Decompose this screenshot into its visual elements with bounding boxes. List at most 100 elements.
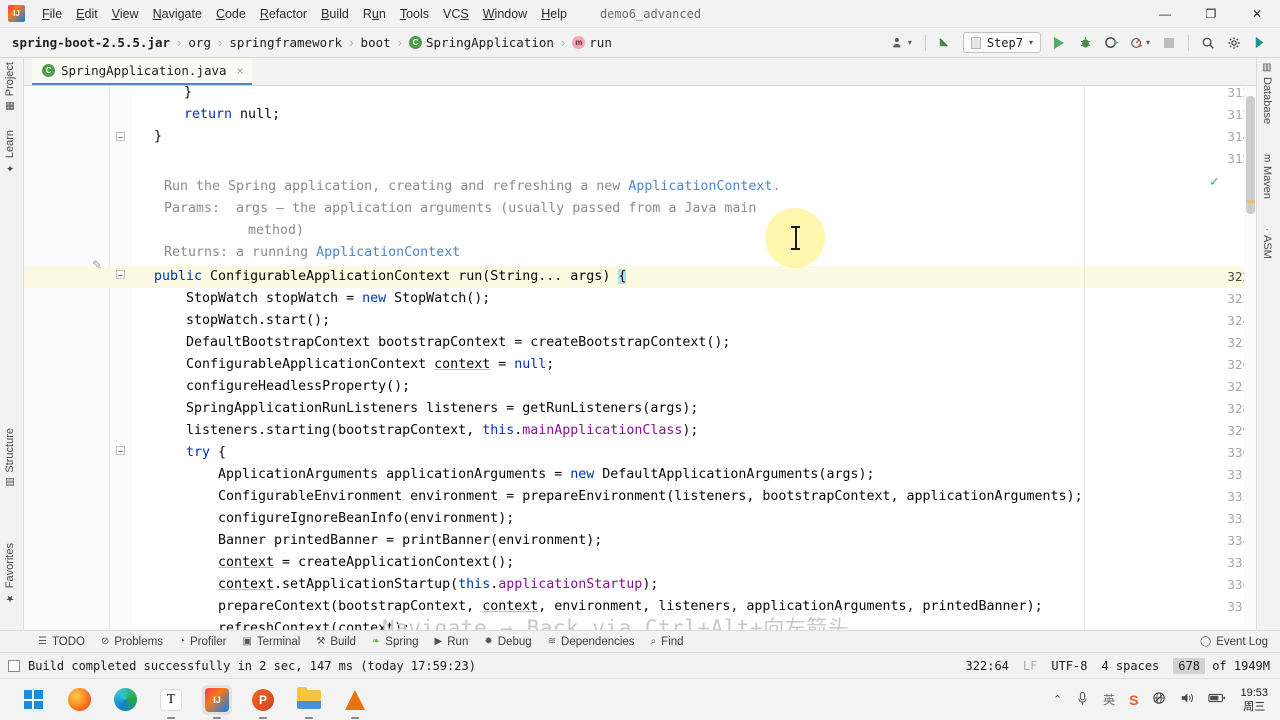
run-button[interactable] (1047, 32, 1071, 54)
class-icon: C (409, 36, 422, 49)
javadoc-link[interactable]: ApplicationContext (628, 179, 772, 194)
code-line-338: refreshContext(context); (218, 621, 411, 630)
run-with-coverage-button[interactable] (1099, 32, 1123, 54)
start-button[interactable] (18, 685, 48, 715)
code-content[interactable]: } return null; } Run the Spring applicat… (132, 86, 1256, 630)
spring-icon: ❧ (371, 636, 381, 647)
sidebar-item-project[interactable]: ▦ Project (4, 62, 16, 111)
sidebar-item-database[interactable]: ▥ Database (1261, 62, 1273, 124)
breadcrumb-item-run[interactable]: m run (572, 35, 612, 50)
javadoc-link[interactable]: ApplicationContext (316, 245, 460, 260)
menu-item-code[interactable]: Code (209, 5, 253, 23)
code-editor[interactable]: 312 313 314 315 322 323 324 325 326 327 … (24, 86, 1256, 630)
indent-indicator[interactable]: 4 spaces (1101, 659, 1159, 673)
breadcrumb-item-org[interactable]: org (188, 35, 211, 50)
firefox-button[interactable] (64, 685, 94, 715)
breadcrumb-item-boot[interactable]: boot (361, 35, 391, 50)
code-folding-column[interactable] (110, 86, 132, 630)
vlc-button[interactable] (340, 685, 370, 719)
sidebar-item-learn[interactable]: ✦ Learn (4, 130, 16, 173)
menu-item-refactor[interactable]: Refactor (253, 5, 314, 23)
intellij-button[interactable]: IJ (202, 684, 232, 719)
powerpoint-button[interactable]: P (248, 685, 278, 719)
run-configuration-selector[interactable]: Step7 ▾ (962, 32, 1041, 53)
search-everywhere-icon[interactable] (1196, 32, 1220, 54)
menu-item-navigate[interactable]: Navigate (146, 5, 209, 23)
fold-marker[interactable] (116, 270, 125, 279)
line-separator-indicator[interactable]: LF (1023, 659, 1037, 673)
code-text: StopWatch stopWatch = (186, 291, 363, 306)
menu-item-view[interactable]: View (105, 5, 146, 23)
menu-item-window[interactable]: Window (476, 5, 534, 23)
breadcrumb-item-springapplication[interactable]: C SpringApplication (409, 35, 554, 50)
update-project-icon[interactable] (933, 32, 957, 54)
inspection-status-icon[interactable]: ✓ (1209, 174, 1220, 190)
typora-button[interactable]: T (156, 685, 186, 719)
close-button[interactable]: ✕ (1234, 0, 1280, 28)
profiler-button[interactable]: ▾ (1125, 32, 1155, 54)
edge-button[interactable] (110, 685, 140, 715)
tool-tab-find[interactable]: ⌕ Find (651, 636, 684, 648)
editor-scrollbar-thumb[interactable] (1246, 96, 1255, 214)
editor-tab-bar: C SpringApplication.java × (24, 58, 1256, 86)
edit-javadoc-icon[interactable]: ✎ (92, 258, 102, 272)
tool-tab-run[interactable]: ▶ Run (435, 636, 469, 648)
debug-button[interactable] (1073, 32, 1097, 54)
tool-tab-label: Problems (114, 635, 163, 648)
menu-item-edit[interactable]: Edit (69, 5, 105, 23)
code-text: .setApplicationStartup( (274, 577, 459, 592)
volume-icon[interactable] (1180, 691, 1194, 708)
menu-item-vcs[interactable]: VCS (436, 5, 476, 23)
sidebar-item-maven[interactable]: m Maven (1261, 154, 1273, 199)
profiler-icon: ◔ (178, 636, 185, 647)
tool-tab-event-log[interactable]: ◯ Event Log (1200, 636, 1268, 648)
ime-chinese-icon[interactable]: 英 (1103, 691, 1115, 708)
fold-marker[interactable] (116, 446, 125, 455)
maximize-button[interactable]: ❐ (1188, 0, 1234, 28)
account-icon[interactable]: ▾ (886, 32, 918, 54)
memory-indicator[interactable]: 678 of 1949M (1173, 657, 1270, 674)
close-icon[interactable]: × (237, 64, 244, 78)
sidebar-item-asm[interactable]: · ASM (1261, 228, 1273, 259)
stop-button[interactable] (1157, 32, 1181, 54)
caret-position-indicator[interactable]: 322:64 (966, 659, 1009, 673)
tool-tab-terminal[interactable]: ▣ Terminal (242, 636, 300, 648)
taskbar-clock[interactable]: 19:53 周三 (1240, 686, 1268, 714)
encoding-indicator[interactable]: UTF-8 (1051, 659, 1087, 673)
microphone-icon[interactable] (1076, 691, 1089, 709)
breadcrumb-item-springframework[interactable]: springframework (229, 35, 342, 50)
toolbar-divider (924, 34, 926, 51)
sogou-input-icon[interactable]: S (1129, 692, 1138, 708)
code-text: ConfigurableApplicationContext (186, 357, 435, 372)
tool-tab-todo[interactable]: ☰ TODO (38, 636, 85, 648)
tool-tab-build[interactable]: ⚒ Build (316, 636, 356, 648)
structure-icon: ▤ (4, 476, 16, 488)
sidebar-item-favorites[interactable]: ★ Favorites (4, 543, 16, 603)
ide-assistant-icon[interactable] (1248, 32, 1272, 54)
database-icon: ▥ (1261, 62, 1273, 73)
tool-tab-problems[interactable]: ⊘ Problems (101, 636, 163, 648)
network-offline-icon[interactable] (1152, 691, 1166, 708)
settings-gear-icon[interactable] (1222, 32, 1246, 54)
menu-item-file[interactable]: File (35, 5, 69, 23)
local-variable: context (218, 577, 275, 592)
menu-item-tools[interactable]: Tools (393, 5, 436, 23)
menu-item-run[interactable]: Run (356, 5, 393, 23)
fold-marker[interactable] (116, 132, 125, 141)
tool-tab-dependencies[interactable]: ≋ Dependencies (548, 636, 635, 648)
tool-tab-profiler[interactable]: ◔ Profiler (179, 636, 226, 648)
menu-item-help[interactable]: Help (534, 5, 574, 23)
battery-icon[interactable] (1208, 692, 1226, 707)
keyword-new: new (362, 291, 387, 306)
minimize-button[interactable]: — (1142, 0, 1188, 28)
editor-tab-springapplication[interactable]: C SpringApplication.java × (32, 58, 252, 85)
tool-tab-label: Spring (385, 635, 419, 648)
menu-item-build[interactable]: Build (314, 5, 356, 23)
show-hidden-icons-button[interactable]: ⌃ (1053, 693, 1062, 706)
explorer-button[interactable] (294, 685, 324, 719)
tool-tab-spring[interactable]: ❧ Spring (372, 636, 419, 648)
tool-tab-debug[interactable]: ✹ Debug (484, 636, 531, 648)
sidebar-item-structure[interactable]: ▤ Structure (4, 428, 16, 488)
breadcrumb-item-jar[interactable]: spring-boot-2.5.5.jar (12, 35, 170, 50)
line-number-gutter (24, 86, 110, 630)
